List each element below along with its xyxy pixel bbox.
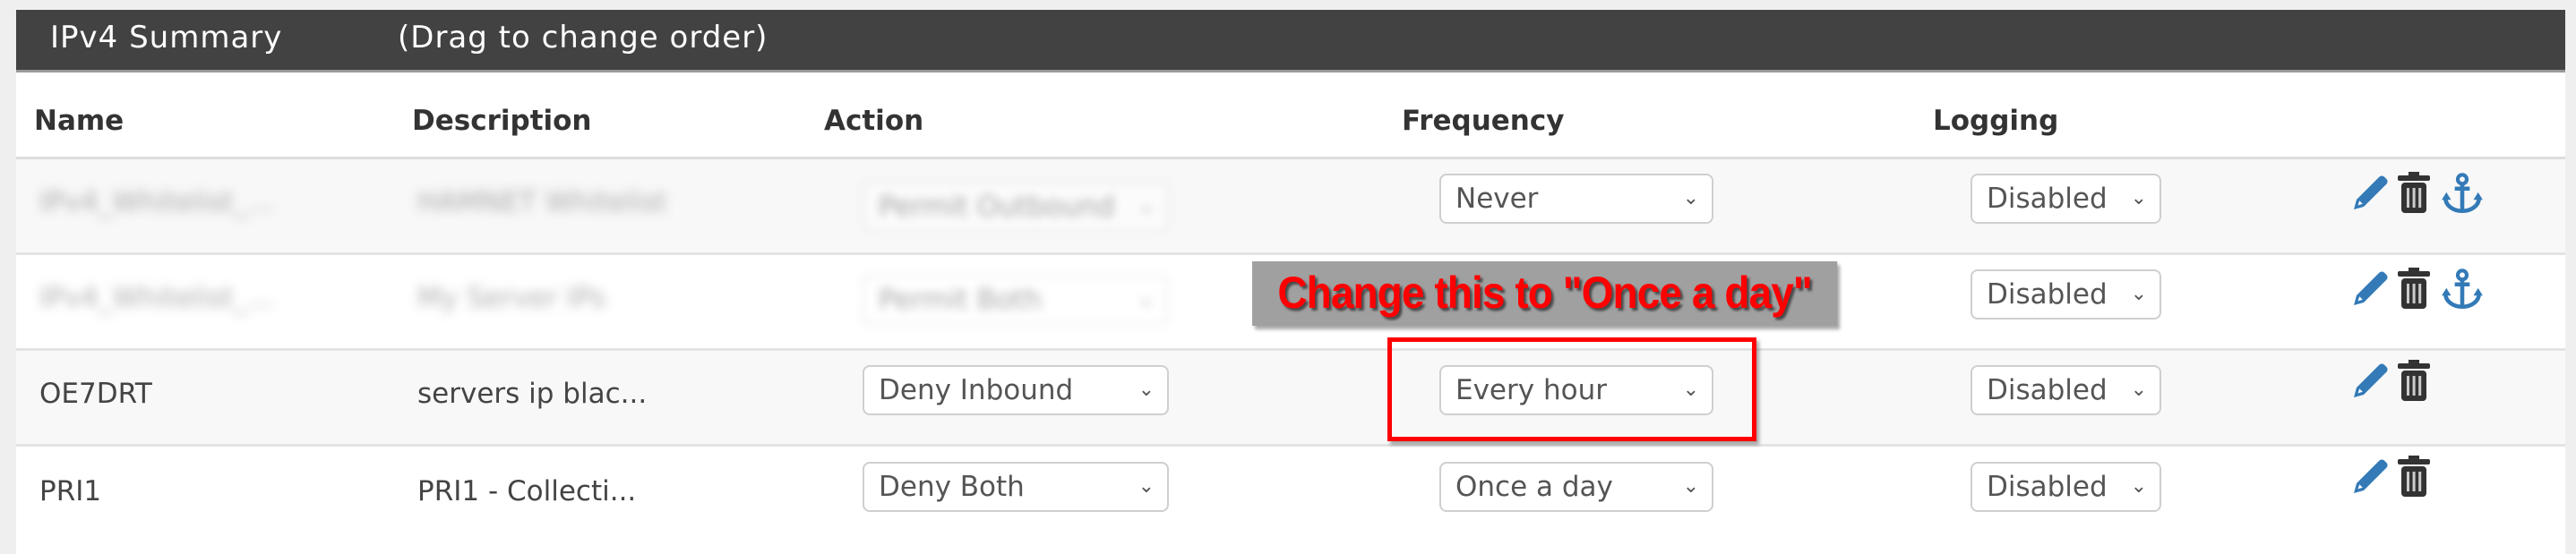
logging-select-value: Disabled (1987, 471, 2108, 503)
row-description: HAMNET Whitelist (417, 186, 667, 218)
action-select-value: Permit Outbound (879, 191, 1115, 223)
column-header-frequency[interactable]: Frequency (1402, 105, 1564, 137)
action-select[interactable]: Deny Inbound ⌄ (863, 365, 1169, 415)
anchor-icon[interactable] (2438, 172, 2486, 217)
action-select[interactable]: Deny Both ⌄ (863, 462, 1169, 512)
column-header-action[interactable]: Action (824, 105, 923, 137)
action-select-value: Deny Inbound (879, 374, 1074, 406)
logging-select[interactable]: Disabled ⌄ (1971, 462, 2161, 512)
panel-heading: IPv4 Summary (Drag to change order) (16, 10, 2565, 72)
pencil-icon[interactable] (2348, 268, 2391, 311)
chevron-down-icon: ⌄ (2130, 379, 2147, 401)
row-description: My Server IPs (417, 282, 605, 314)
table-row[interactable]: IPv4_Whitelist_... HAMNET Whitelist Perm… (16, 159, 2565, 255)
pencil-icon[interactable] (2348, 360, 2391, 403)
row-name: IPv4_Whitelist_... (39, 186, 275, 218)
logging-select-value: Disabled (1987, 374, 2108, 406)
chevron-down-icon: ⌄ (1138, 379, 1155, 401)
chevron-down-icon: ⌄ (2130, 187, 2147, 209)
logging-select-value: Disabled (1987, 183, 2108, 215)
annotation-text: Change this to "Once a day" (1277, 268, 1812, 318)
panel-title: IPv4 Summary (50, 20, 283, 55)
row-description: PRI1 - Collecti... (417, 475, 637, 507)
table-row[interactable]: PRI1 PRI1 - Collecti... Deny Both ⌄ Once… (16, 447, 2565, 554)
action-select[interactable]: Permit Outbound ⌄ (863, 182, 1169, 232)
row-description: servers ip blac... (417, 378, 648, 410)
chevron-down-icon: ⌄ (1682, 475, 1699, 498)
row-name: OE7DRT (39, 378, 152, 410)
logging-select[interactable]: Disabled ⌄ (1971, 365, 2161, 415)
row-name: IPv4_Whitelist_... (39, 282, 275, 314)
logging-select-value: Disabled (1987, 278, 2108, 311)
table-header: Name Description Action Frequency Loggin… (16, 72, 2565, 159)
trash-icon[interactable] (2395, 172, 2433, 215)
trash-icon[interactable] (2395, 456, 2433, 499)
chevron-down-icon: ⌄ (1138, 475, 1155, 498)
column-header-name[interactable]: Name (34, 105, 124, 137)
chevron-down-icon: ⌄ (1682, 187, 1699, 209)
pencil-icon[interactable] (2348, 456, 2391, 499)
frequency-select-value: Never (1455, 183, 1539, 215)
action-select-value: Permit Both (879, 284, 1042, 316)
action-select-value: Deny Both (879, 471, 1025, 503)
frequency-select[interactable]: Once a day ⌄ (1439, 462, 1713, 512)
pencil-icon[interactable] (2348, 172, 2391, 215)
logging-select[interactable]: Disabled ⌄ (1971, 174, 2161, 224)
frequency-select-value: Once a day (1455, 471, 1613, 503)
annotation-callout: Change this to "Once a day" (1252, 261, 1838, 326)
table-row[interactable]: OE7DRT servers ip blac... Deny Inbound ⌄… (16, 351, 2565, 447)
drag-hint: (Drag to change order) (398, 20, 769, 55)
trash-icon[interactable] (2395, 268, 2433, 311)
frequency-select[interactable]: Never ⌄ (1439, 174, 1713, 224)
anchor-icon[interactable] (2438, 268, 2486, 312)
row-name: PRI1 (39, 475, 102, 507)
annotation-highlight-box (1387, 337, 1756, 441)
action-select[interactable]: Permit Both ⌄ (863, 275, 1169, 325)
chevron-down-icon: ⌄ (2130, 283, 2147, 305)
chevron-down-icon: ⌄ (2130, 475, 2147, 498)
logging-select[interactable]: Disabled ⌄ (1971, 269, 2161, 320)
column-header-logging[interactable]: Logging (1933, 105, 2058, 137)
chevron-down-icon: ⌄ (1138, 288, 1155, 311)
column-header-description[interactable]: Description (412, 105, 592, 137)
trash-icon[interactable] (2395, 360, 2433, 403)
chevron-down-icon: ⌄ (1138, 195, 1155, 217)
